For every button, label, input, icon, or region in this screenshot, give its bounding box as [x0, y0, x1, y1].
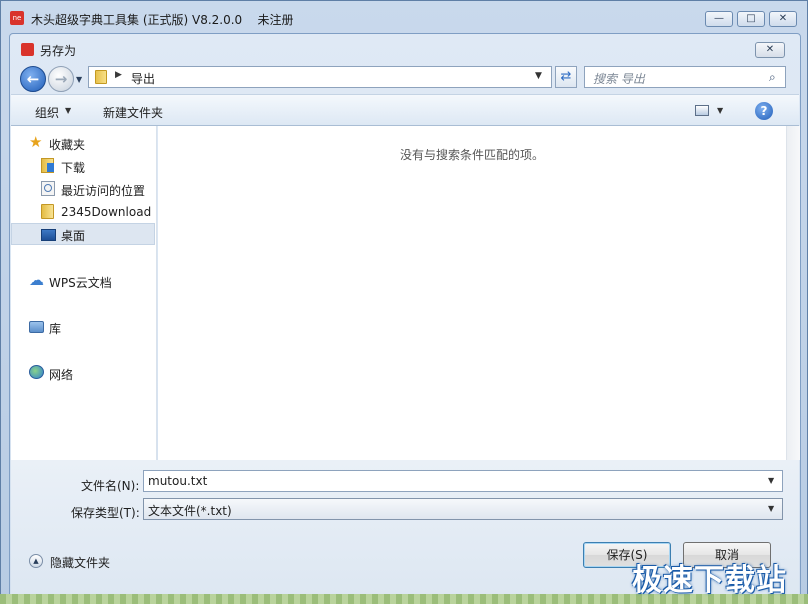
filename-value[interactable]: mutou.txt: [148, 474, 207, 488]
navigation-pane: ★ 收藏夹 下载 最近访问的位置 2345Download 桌面 ☁ WPS云文…: [11, 126, 157, 460]
hide-folders-toggle[interactable]: ▲ 隐藏文件夹: [29, 552, 129, 572]
refresh-button[interactable]: ⇄: [555, 66, 577, 88]
nav-item-2345download[interactable]: 2345Download: [11, 201, 155, 223]
hide-folders-label: 隐藏文件夹: [50, 556, 111, 570]
toolbar: 组织 ▼ 新建文件夹 ▼ ?: [11, 94, 799, 126]
recent-places-icon: [41, 181, 55, 196]
app-title: 木头超级字典工具集 (正式版) V8.2.0.0 未注册: [31, 13, 294, 27]
filename-field[interactable]: mutou.txt ▼: [143, 470, 783, 492]
desktop-icon: [41, 229, 56, 241]
library-icon: [29, 321, 44, 333]
nav-item-label: 2345Download: [61, 205, 152, 219]
network-icon: [29, 365, 44, 379]
search-placeholder: 搜索 导出: [593, 72, 645, 86]
nav-item-label: 下载: [61, 161, 86, 175]
file-list[interactable]: 没有与搜索条件匹配的项。: [158, 126, 786, 460]
nav-item-label: WPS云文档: [49, 276, 112, 290]
close-icon: ✕: [778, 13, 788, 24]
app-window: ne 木头超级字典工具集 (正式版) V8.2.0.0 未注册 — □ ✕ 另存…: [0, 0, 808, 604]
star-icon: ★: [29, 133, 43, 151]
refresh-icon: ⇄: [560, 69, 572, 84]
address-bar[interactable]: ▶ 导出 ▼: [88, 66, 552, 88]
nav-item-label: 最近访问的位置: [61, 184, 146, 198]
dialog-close-button[interactable]: ✕: [755, 42, 785, 58]
minimize-icon: —: [714, 13, 724, 24]
app-close-button[interactable]: ✕: [769, 11, 797, 27]
nav-item-libraries[interactable]: 库: [11, 316, 155, 338]
filetype-value: 文本文件(*.txt): [148, 504, 232, 518]
watermark: 极速下载站: [632, 563, 787, 598]
nav-item-recent-places[interactable]: 最近访问的位置: [11, 178, 155, 200]
filetype-label: 保存类型(T):: [71, 506, 140, 520]
scrollbar[interactable]: [786, 126, 800, 460]
chevron-down-icon[interactable]: ▼: [768, 504, 774, 513]
chevron-up-icon: ▲: [29, 554, 43, 568]
chevron-down-icon[interactable]: ▼: [717, 106, 723, 115]
empty-message: 没有与搜索条件匹配的项。: [399, 148, 544, 162]
search-input[interactable]: 搜索 导出 ⌕: [584, 66, 786, 88]
minimize-button[interactable]: —: [705, 11, 733, 27]
cloud-icon: ☁: [29, 271, 44, 289]
nav-item-label: 桌面: [61, 229, 86, 243]
folder-icon: [41, 204, 54, 219]
nav-item-network[interactable]: 网络: [11, 362, 155, 384]
maximize-icon: □: [746, 13, 756, 24]
forward-button[interactable]: →: [48, 66, 74, 92]
nav-item-downloads[interactable]: 下载: [11, 155, 155, 177]
breadcrumb-chevron-icon[interactable]: ▶: [115, 70, 122, 80]
nav-item-desktop[interactable]: 桌面: [11, 223, 155, 245]
breadcrumb-item[interactable]: 导出: [131, 70, 155, 87]
app-titlebar: ne 木头超级字典工具集 (正式版) V8.2.0.0 未注册 — □ ✕: [1, 1, 807, 35]
save-as-dialog: 另存为 ✕ ← → ▼ ▶ 导出 ▼ ⇄ 搜索 导出 ⌕ 组织 ▼ 新建文件夹 …: [9, 33, 801, 599]
forward-arrow-icon: →: [54, 70, 68, 88]
maximize-button[interactable]: □: [737, 11, 765, 27]
nav-item-favorites[interactable]: ★ 收藏夹: [11, 132, 155, 154]
nav-item-wps-cloud[interactable]: ☁ WPS云文档: [11, 270, 155, 292]
search-icon[interactable]: ⌕: [769, 70, 776, 85]
view-icon[interactable]: [695, 105, 709, 116]
filetype-select[interactable]: 文本文件(*.txt) ▼: [143, 498, 783, 520]
folder-icon: [95, 70, 107, 84]
nav-item-label: 网络: [49, 368, 74, 382]
close-icon: ✕: [765, 44, 775, 55]
organize-button[interactable]: 组织: [35, 104, 59, 121]
downloads-folder-icon: [41, 158, 54, 173]
recent-pages-dropdown[interactable]: ▼: [76, 75, 86, 84]
chevron-down-icon[interactable]: ▼: [768, 476, 774, 485]
back-button[interactable]: ←: [20, 66, 46, 92]
chevron-down-icon[interactable]: ▼: [65, 106, 71, 115]
help-icon[interactable]: ?: [755, 102, 773, 120]
filename-label: 文件名(N):: [81, 479, 140, 493]
address-dropdown-icon[interactable]: ▼: [535, 71, 542, 81]
back-arrow-icon: ←: [26, 70, 40, 88]
new-folder-button[interactable]: 新建文件夹: [103, 104, 163, 121]
app-icon: ne: [10, 11, 24, 25]
dialog-title: 另存为: [40, 44, 77, 58]
dialog-icon: [21, 43, 34, 56]
nav-item-label: 收藏夹: [49, 138, 86, 152]
nav-item-label: 库: [49, 322, 62, 336]
